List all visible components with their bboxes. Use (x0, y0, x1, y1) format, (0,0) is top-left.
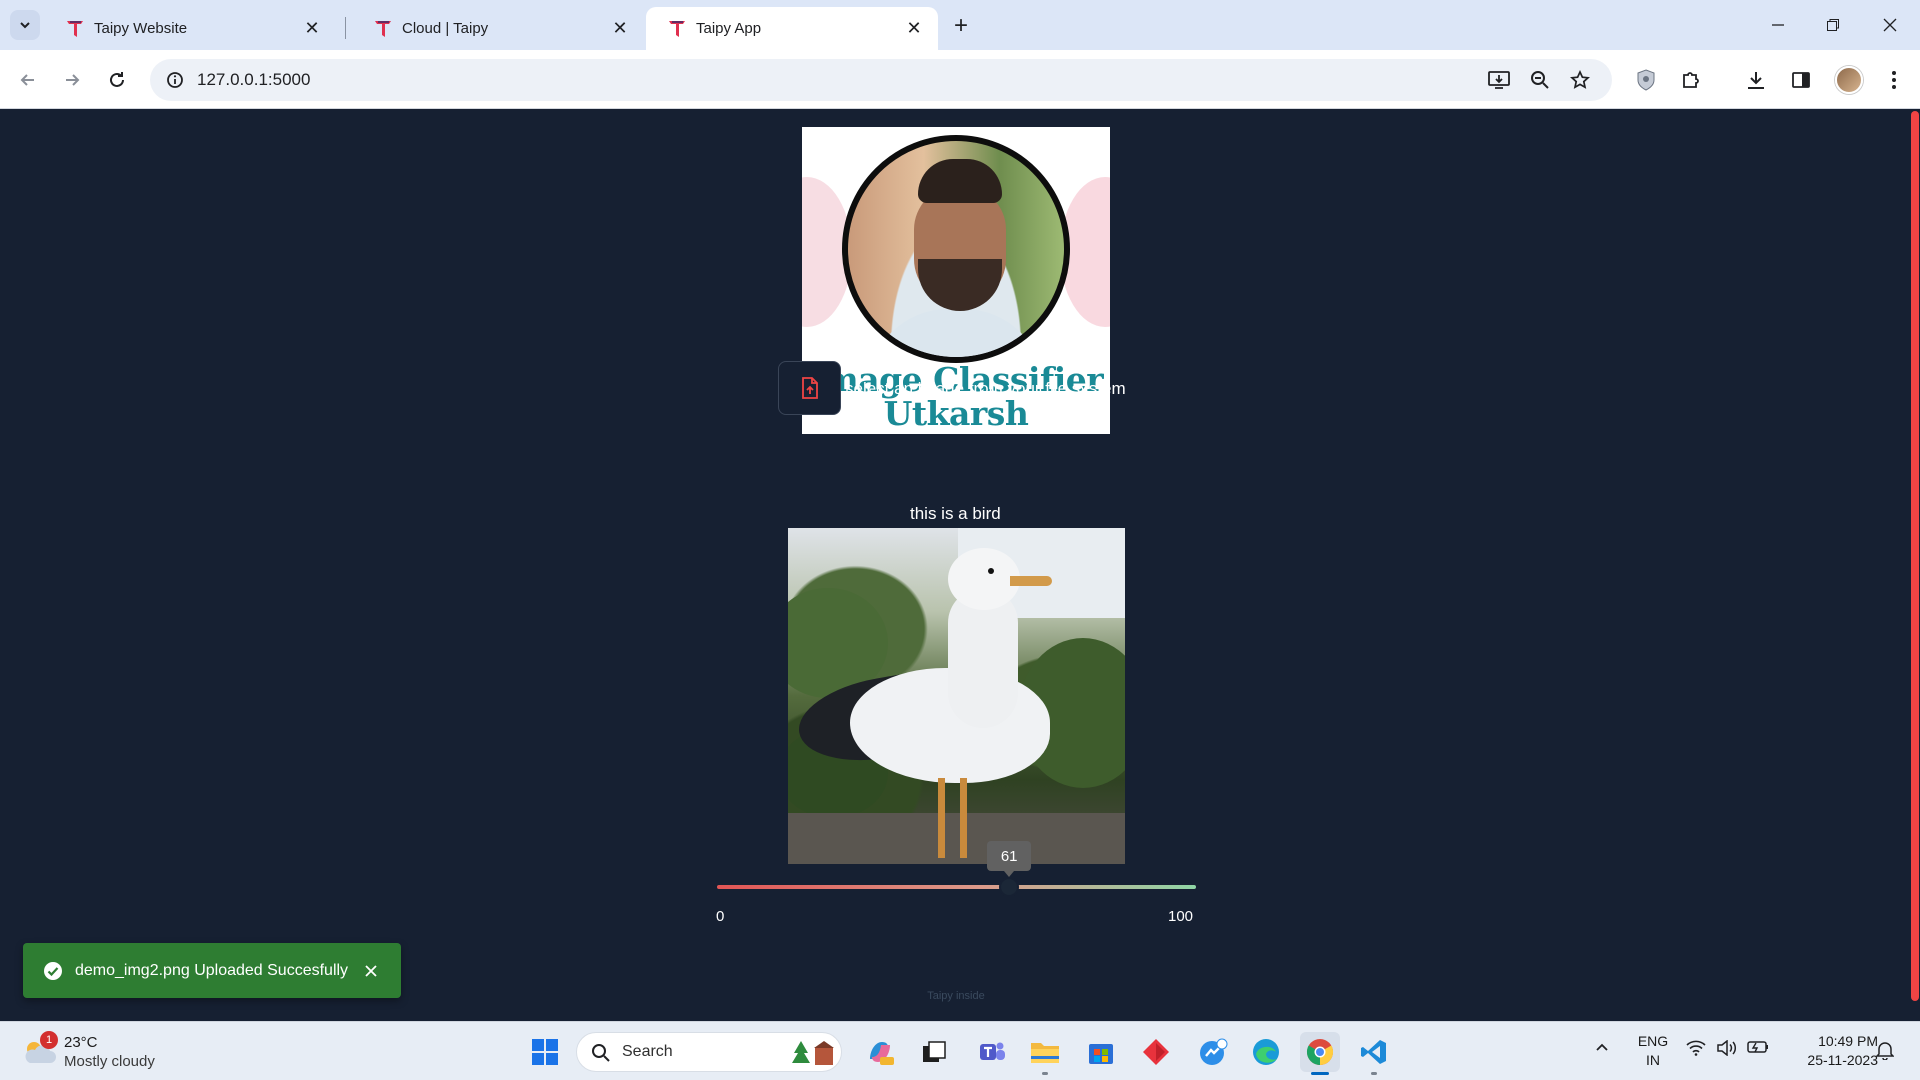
uploaded-bird-image (788, 528, 1125, 864)
tab-title: Taipy Website (94, 20, 188, 37)
tab-taipy-app[interactable]: Taipy App ✕ (646, 7, 938, 50)
battery-icon[interactable] (1746, 1040, 1770, 1054)
extensions-puzzle-icon[interactable] (1675, 64, 1707, 96)
slider-value-tooltip: 61 (987, 841, 1032, 877)
show-hidden-icons[interactable] (1590, 1040, 1614, 1054)
banner-author: Utkarsh Gaikwad (879, 394, 1034, 435)
task-view-icon[interactable] (914, 1032, 954, 1072)
weather-widget[interactable]: 1 23°C Mostly cloudy (22, 1031, 182, 1073)
minimize-icon (1772, 24, 1784, 26)
page-scrollbar[interactable] (1911, 111, 1919, 1001)
restore-icon (1827, 19, 1839, 31)
close-tab-icon[interactable]: ✕ (904, 18, 924, 39)
slider-min-label: 0 (716, 908, 725, 925)
weather-condition: Mostly cloudy (64, 1053, 155, 1070)
region-code: IN (1646, 1052, 1660, 1068)
language-indicator[interactable]: ENG IN (1634, 1032, 1672, 1070)
downloads-icon[interactable] (1740, 64, 1772, 96)
close-window-button[interactable] (1872, 10, 1908, 40)
tab-separator (345, 17, 346, 39)
zoom-icon[interactable] (1524, 64, 1556, 96)
taipy-logo-icon (375, 20, 391, 37)
taipy-logo-icon (67, 20, 83, 37)
wifi-icon[interactable] (1685, 1040, 1707, 1056)
bookmark-star-icon[interactable] (1564, 64, 1596, 96)
language-code: ENG (1637, 1033, 1669, 1049)
close-tab-icon[interactable]: ✕ (302, 18, 322, 39)
windows-taskbar: 1 23°C Mostly cloudy Search ENG IN 10:49… (0, 1021, 1920, 1080)
prediction-text: this is a bird (910, 504, 1001, 523)
new-tab-button[interactable]: + (945, 10, 977, 42)
git-app-icon[interactable] (1136, 1032, 1176, 1072)
address-bar[interactable]: 127.0.0.1:5000 (150, 59, 1612, 101)
minimize-button[interactable] (1760, 10, 1796, 40)
url-text[interactable]: 127.0.0.1:5000 (197, 70, 310, 90)
arrow-left-icon (20, 74, 34, 86)
file-upload-button[interactable] (778, 361, 841, 415)
taskbar-search[interactable]: Search (576, 1032, 842, 1072)
search-placeholder: Search (622, 1043, 673, 1060)
slider-max-label: 100 (1168, 908, 1194, 925)
teams-icon[interactable] (972, 1032, 1012, 1072)
browser-tab-strip: Taipy Website ✕ Cloud | Taipy ✕ Taipy Ap… (0, 0, 1920, 50)
tab-taipy-website[interactable]: Taipy Website ✕ (44, 7, 336, 50)
edge-icon[interactable] (1246, 1032, 1286, 1072)
forward-button[interactable] (56, 64, 88, 96)
tab-cloud-taipy[interactable]: Cloud | Taipy ✕ (352, 7, 644, 50)
arrow-right-icon (66, 74, 80, 86)
taipy-footer: Taipy inside (927, 990, 985, 1002)
install-app-icon[interactable] (1483, 64, 1515, 96)
vscode-icon[interactable] (1354, 1032, 1394, 1075)
clock-time: 10:49 PM (1818, 1033, 1878, 1049)
microsoft-store-icon[interactable] (1081, 1032, 1121, 1072)
slider-track[interactable] (717, 885, 1196, 889)
check-circle-icon (44, 961, 62, 980)
back-button[interactable] (12, 64, 44, 96)
clock-date: 25-11-2023 (1807, 1052, 1878, 1068)
volume-icon[interactable] (1716, 1040, 1738, 1056)
tab-search-button[interactable] (10, 10, 40, 40)
close-tab-icon[interactable]: ✕ (610, 18, 630, 39)
search-icon (592, 1044, 610, 1062)
taipy-logo-icon (669, 20, 685, 37)
file-upload-label: select an image from your file system (845, 379, 1126, 398)
browser-toolbar: 127.0.0.1:5000 (0, 50, 1920, 109)
tab-title: Taipy App (696, 20, 762, 37)
site-info-icon[interactable] (162, 67, 188, 93)
notifications-icon[interactable] (1874, 1040, 1896, 1060)
reload-icon (110, 72, 124, 87)
menu-kebab-icon[interactable] (1878, 64, 1910, 96)
chevron-up-icon (1596, 1043, 1608, 1051)
windows-logo-icon (532, 1039, 558, 1065)
tab-title: Cloud | Taipy (402, 20, 489, 37)
close-toast-icon[interactable] (361, 961, 381, 981)
copilot-icon[interactable] (860, 1032, 900, 1072)
chevron-down-icon (20, 22, 30, 29)
side-panel-icon[interactable] (1785, 64, 1817, 96)
toast-message: demo_img2.png Uploaded Succesfully (75, 961, 349, 979)
christmas-tree-icon (792, 1041, 834, 1065)
reload-button[interactable] (101, 64, 133, 96)
extension-shield-icon[interactable] (1630, 64, 1662, 96)
close-icon (1883, 18, 1897, 32)
file-explorer-icon[interactable] (1025, 1032, 1065, 1075)
weather-badge: 1 (40, 1031, 58, 1049)
system-clock[interactable]: 10:49 PM 25-11-2023 (1782, 1032, 1878, 1070)
file-upload-icon (801, 377, 818, 399)
portrait-photo (842, 135, 1070, 363)
chrome-icon[interactable] (1300, 1032, 1340, 1075)
weather-temperature: 23°C (64, 1034, 98, 1051)
profile-avatar[interactable] (1835, 66, 1863, 94)
restore-button[interactable] (1815, 10, 1851, 40)
messenger-icon[interactable] (1193, 1032, 1233, 1072)
upload-success-toast: demo_img2.png Uploaded Succesfully (23, 943, 401, 998)
start-button[interactable] (525, 1032, 565, 1072)
